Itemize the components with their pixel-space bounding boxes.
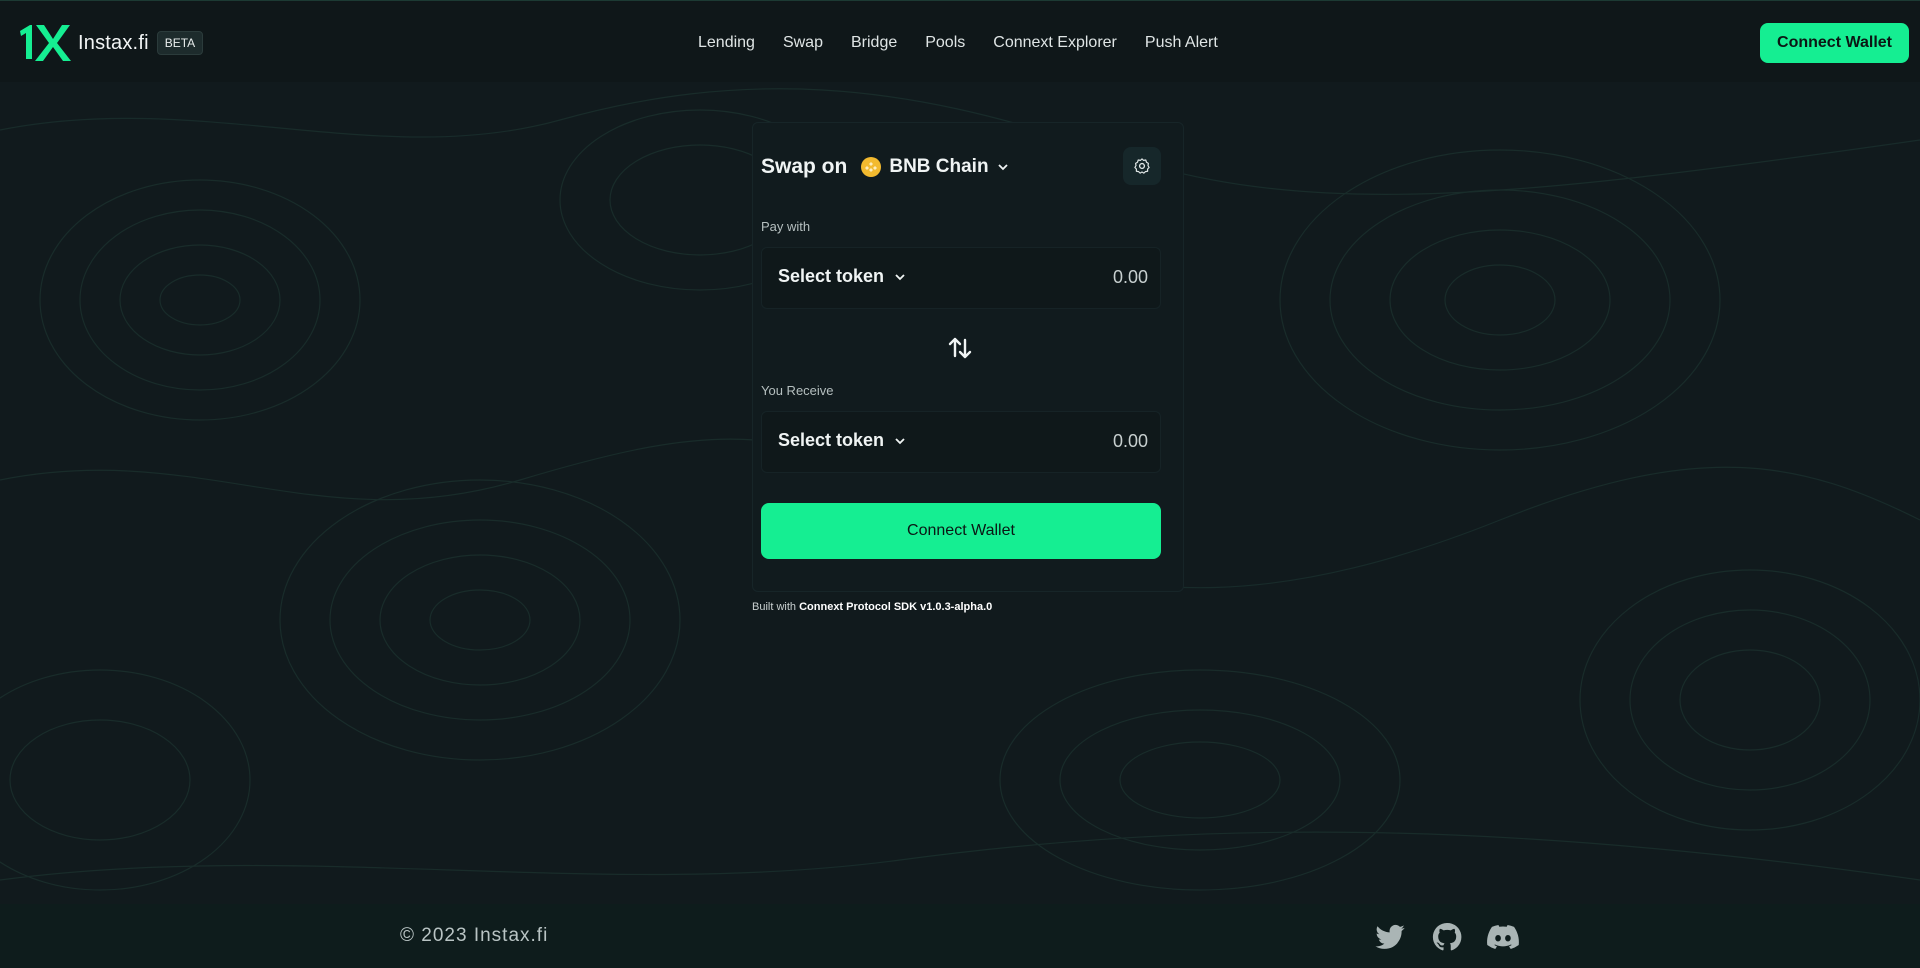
logo-1x-icon — [20, 25, 71, 61]
bnb-chain-icon — [861, 157, 882, 177]
main-nav: Lending Swap Bridge Pools Connext Explor… — [698, 33, 1246, 53]
twitter-icon[interactable] — [1373, 921, 1407, 953]
pay-select-token-label: Select token — [778, 266, 885, 286]
sdk-link[interactable]: Connext Protocol SDK v1.0.3-alpha.0 — [799, 601, 992, 613]
nav-swap[interactable]: Swap — [783, 33, 823, 53]
receive-token-box: Select token 0.00 — [761, 411, 1161, 473]
chevron-down-icon — [895, 273, 905, 280]
pay-amount-input[interactable]: 0.00 — [1113, 267, 1148, 288]
receive-select-token-button[interactable]: Select token — [778, 430, 906, 451]
settings-button[interactable] — [1123, 147, 1161, 185]
copyright-text: © 2023 Instax.fi — [400, 925, 549, 946]
swap-card: Swap on BNB Chain Pay with Select token … — [752, 122, 1184, 592]
built-with-note: Built with Connext Protocol SDK v1.0.3-a… — [752, 601, 992, 613]
built-with-prefix: Built with — [752, 601, 797, 613]
pay-token-box: Select token 0.00 — [761, 247, 1161, 309]
chevron-down-icon — [895, 437, 905, 444]
brand-logo[interactable]: Instax.fi BETA — [18, 23, 204, 63]
receive-select-token-label: Select token — [778, 430, 885, 450]
swap-header: Swap on BNB Chain — [761, 155, 1009, 179]
header-connect-wallet-button[interactable]: Connect Wallet — [1760, 23, 1909, 63]
gear-icon — [1134, 158, 1150, 174]
you-receive-label: You Receive — [761, 383, 834, 398]
nav-pools[interactable]: Pools — [925, 33, 965, 53]
chevron-down-icon[interactable] — [997, 161, 1009, 173]
swap-direction-icon[interactable] — [947, 335, 973, 361]
chain-selector[interactable]: BNB Chain — [889, 156, 988, 178]
receive-amount-input[interactable]: 0.00 — [1113, 431, 1148, 452]
nav-bridge[interactable]: Bridge — [851, 33, 897, 53]
footer: © 2023 Instax.fi — [0, 904, 1920, 968]
discord-icon[interactable] — [1486, 921, 1520, 953]
beta-badge: BETA — [156, 31, 204, 55]
top-header: Instax.fi BETA Lending Swap Bridge Pools… — [0, 0, 1920, 82]
github-icon[interactable] — [1430, 921, 1464, 953]
nav-push-alert[interactable]: Push Alert — [1145, 33, 1218, 53]
nav-connext-explorer[interactable]: Connext Explorer — [993, 33, 1117, 53]
brand-name: Instax.fi — [78, 31, 149, 54]
pay-select-token-button[interactable]: Select token — [778, 266, 906, 287]
swap-title: Swap on — [761, 155, 848, 178]
swap-connect-wallet-button[interactable]: Connect Wallet — [761, 503, 1161, 559]
pay-with-label: Pay with — [761, 219, 811, 234]
nav-lending[interactable]: Lending — [698, 33, 755, 53]
